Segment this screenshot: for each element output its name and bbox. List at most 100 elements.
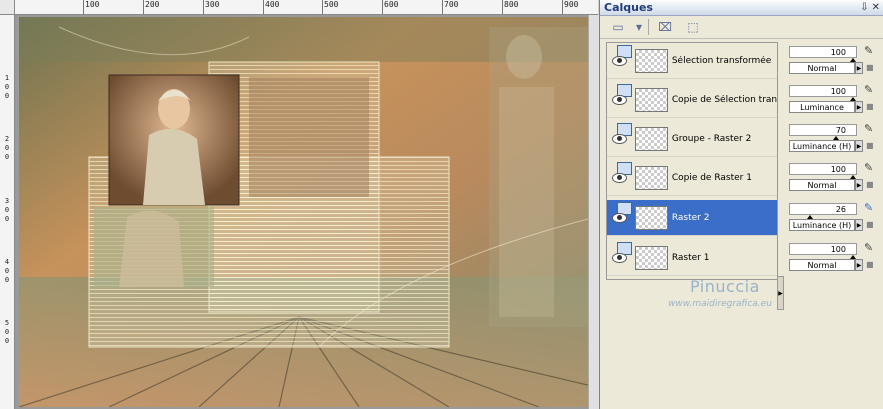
ruler-label: 600	[384, 0, 399, 9]
brush-icon[interactable]: ✎	[864, 123, 876, 135]
layer-row-selected[interactable]: Raster 2	[607, 200, 777, 236]
ruler-label: 900	[564, 0, 579, 9]
opacity-value: 100	[830, 165, 846, 174]
ruler-label: 800	[504, 0, 519, 9]
ruler-corner	[0, 0, 15, 15]
toolbar-separator	[648, 19, 649, 35]
blend-arrow-icon[interactable]: ▶	[855, 62, 863, 74]
layer-props-row: 100 Normal ▶ ✎ ■	[786, 239, 883, 275]
opacity-slider[interactable]: 100	[789, 243, 857, 259]
ruler-label-v: 100	[4, 74, 10, 100]
visibility-eye-icon[interactable]	[612, 133, 627, 144]
lock-icon[interactable]: ■	[866, 102, 875, 111]
layer-name: Groupe - Raster 2	[671, 133, 752, 144]
ruler-horizontal: 100 200 300 400 500 600 700 800 900	[0, 0, 598, 15]
opacity-value: 100	[830, 245, 846, 254]
visibility-eye-icon[interactable]	[612, 94, 627, 105]
layer-row[interactable]: Sélection transformée	[607, 43, 777, 79]
ruler-tick: 800	[502, 0, 518, 14]
brush-icon[interactable]: ✎	[864, 45, 876, 57]
visibility-eye-icon[interactable]	[612, 172, 627, 183]
ruler-vertical: 100 200 300 400 500	[0, 14, 15, 409]
brush-icon[interactable]: ✎	[864, 242, 876, 254]
opacity-value: 26	[835, 205, 846, 214]
blend-mode-select[interactable]: Luminance (H)	[789, 140, 855, 152]
layer-row[interactable]: Copie de Sélection transf	[607, 82, 777, 118]
layer-thumbnail	[634, 165, 668, 190]
layers-list: Sélection transformée Copie de Sélection…	[606, 42, 778, 280]
layer-props-row: 70 Luminance (H) ▶ ✎ ■	[786, 120, 883, 156]
opacity-value: 100	[830, 48, 846, 57]
panel-pin-icon[interactable]: ⇩ ✕	[860, 2, 880, 13]
panel-title: Calques	[604, 1, 653, 14]
ruler-label: 300	[205, 0, 220, 9]
opacity-slider[interactable]: 70	[789, 124, 857, 140]
ruler-tick: 700	[442, 0, 458, 14]
layer-name: Raster 2	[671, 212, 710, 223]
ruler-tick: 500	[322, 0, 338, 14]
canvas-scrollbar[interactable]	[588, 15, 599, 409]
layer-row[interactable]: Copie de Raster 1	[607, 160, 777, 196]
layer-thumbnail	[634, 245, 668, 270]
ruler-label: 200	[145, 0, 160, 9]
opacity-slider[interactable]: 26	[789, 203, 857, 219]
brush-icon[interactable]: ✎	[864, 162, 876, 174]
dropdown-icon[interactable]: ▾	[634, 17, 644, 37]
image-canvas[interactable]	[15, 15, 596, 409]
lock-icon[interactable]: ■	[866, 260, 875, 269]
ruler-tick: 900	[562, 0, 578, 14]
ruler-label: 400	[265, 0, 280, 9]
new-layer-icon[interactable]: ▭	[606, 17, 630, 37]
layer-thumbnail	[634, 48, 668, 73]
ruler-label-v: 300	[4, 197, 10, 223]
opacity-slider[interactable]: 100	[789, 163, 857, 179]
delete-layer-icon[interactable]: ⌧	[653, 17, 677, 37]
blend-arrow-icon[interactable]: ▶	[855, 219, 863, 231]
blend-mode-select[interactable]: Luminance	[789, 101, 855, 113]
layer-props-row: 100 Normal ▶ ✎ ■	[786, 42, 883, 78]
watermark-url: www.maidiregrafica.eu	[668, 299, 772, 309]
layer-name: Sélection transformée	[671, 55, 772, 66]
lock-icon[interactable]: ■	[866, 141, 875, 150]
layer-thumbnail	[634, 205, 668, 230]
blend-arrow-icon[interactable]: ▶	[855, 259, 863, 271]
brush-icon[interactable]: ✎	[864, 84, 876, 96]
opacity-slider[interactable]: 100	[789, 85, 857, 101]
blend-mode-select[interactable]: Normal	[789, 62, 855, 74]
ruler-tick: 600	[382, 0, 398, 14]
layer-name: Copie de Sélection transf	[671, 94, 777, 105]
opacity-value: 100	[830, 87, 846, 96]
lock-icon[interactable]: ■	[866, 63, 875, 72]
visibility-eye-icon[interactable]	[612, 252, 627, 263]
lock-icon[interactable]: ■	[866, 220, 875, 229]
blend-arrow-icon[interactable]: ▶	[855, 179, 863, 191]
mask-icon[interactable]: ⬚	[681, 17, 705, 37]
artwork-illustration	[19, 17, 596, 407]
layer-row[interactable]: Groupe - Raster 2	[607, 121, 777, 157]
opacity-slider[interactable]: 100	[789, 46, 857, 62]
visibility-eye-icon[interactable]	[612, 212, 627, 223]
ruler-label-v: 400	[4, 258, 10, 284]
watermark-name: Pinuccia	[690, 277, 760, 296]
layer-thumbnail	[634, 126, 668, 151]
layer-name: Copie de Raster 1	[671, 172, 752, 183]
ruler-tick: 300	[203, 0, 219, 14]
ruler-tick: 400	[263, 0, 279, 14]
artwork-image	[19, 17, 596, 407]
ruler-label: 700	[444, 0, 459, 9]
ruler-label-v: 200	[4, 135, 10, 161]
layer-row[interactable]: Raster 1	[607, 240, 777, 276]
blend-arrow-icon[interactable]: ▶	[855, 140, 863, 152]
blend-arrow-icon[interactable]: ▶	[855, 101, 863, 113]
layer-name: Raster 1	[671, 252, 710, 263]
lock-icon[interactable]: ■	[866, 180, 875, 189]
brush-icon[interactable]: ✎	[864, 202, 876, 214]
blend-mode-select[interactable]: Normal	[789, 179, 855, 191]
layer-props-row: 100 Normal ▶ ✎ ■	[786, 159, 883, 195]
blend-mode-select[interactable]: Normal	[789, 259, 855, 271]
blend-mode-select[interactable]: Luminance (H)	[789, 219, 855, 231]
panel-titlebar: Calques ⇩ ✕	[600, 0, 883, 16]
visibility-eye-icon[interactable]	[612, 55, 627, 66]
layer-thumbnail	[634, 87, 668, 112]
panel-expand-icon[interactable]: ▶	[777, 276, 784, 310]
